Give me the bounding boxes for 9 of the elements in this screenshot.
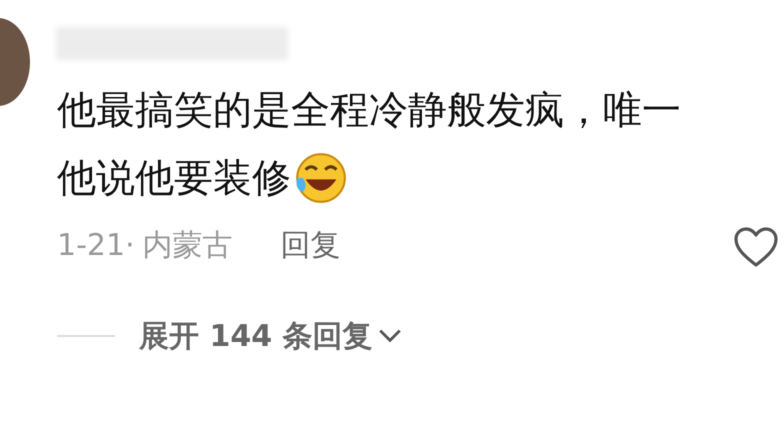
expand-replies-button[interactable]: 展开 144 条回复 — [139, 316, 373, 356]
chevron-down-icon — [376, 327, 403, 345]
laughing-emoji-icon — [293, 150, 349, 206]
comment-date: 1-21· — [57, 228, 135, 262]
heart-icon[interactable] — [733, 226, 779, 268]
comment-location: 内蒙古 — [142, 226, 233, 264]
comment-text: 他说他要装修 — [57, 155, 291, 203]
reply-link[interactable]: 回复 — [280, 224, 341, 266]
comment-text: 他最搞笑的是全程冷静般发疯，唯一 — [57, 87, 681, 135]
